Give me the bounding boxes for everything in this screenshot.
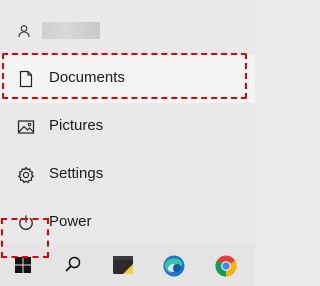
start-item-label: Power — [49, 213, 92, 230]
chrome-browser-button[interactable] — [202, 244, 248, 286]
file-explorer-button[interactable] — [100, 244, 146, 286]
search-icon — [65, 256, 81, 272]
file-explorer-icon — [113, 256, 133, 274]
user-account-button[interactable] — [0, 12, 255, 42]
chrome-browser-icon — [215, 255, 237, 277]
gear-icon — [16, 165, 36, 185]
user-name-redacted — [42, 22, 100, 39]
start-item-documents[interactable]: Documents — [0, 55, 255, 103]
power-icon — [16, 213, 36, 233]
start-menu-panel: Documents Pictures Settings Power — [0, 0, 255, 244]
search-button[interactable] — [50, 244, 96, 286]
user-icon — [17, 24, 31, 38]
start-item-label: Settings — [49, 165, 104, 182]
start-item-label: Pictures — [49, 117, 104, 134]
document-icon — [16, 69, 36, 89]
taskbar — [0, 244, 255, 286]
start-item-power[interactable]: Power — [0, 199, 255, 247]
start-button[interactable] — [0, 244, 46, 286]
pictures-icon — [16, 117, 36, 137]
edge-browser-button[interactable] — [150, 244, 196, 286]
windows-start-icon — [15, 257, 31, 273]
start-item-label: Documents — [49, 69, 125, 86]
start-item-settings[interactable]: Settings — [0, 151, 255, 199]
start-item-pictures[interactable]: Pictures — [0, 103, 255, 151]
edge-browser-icon — [163, 255, 185, 277]
